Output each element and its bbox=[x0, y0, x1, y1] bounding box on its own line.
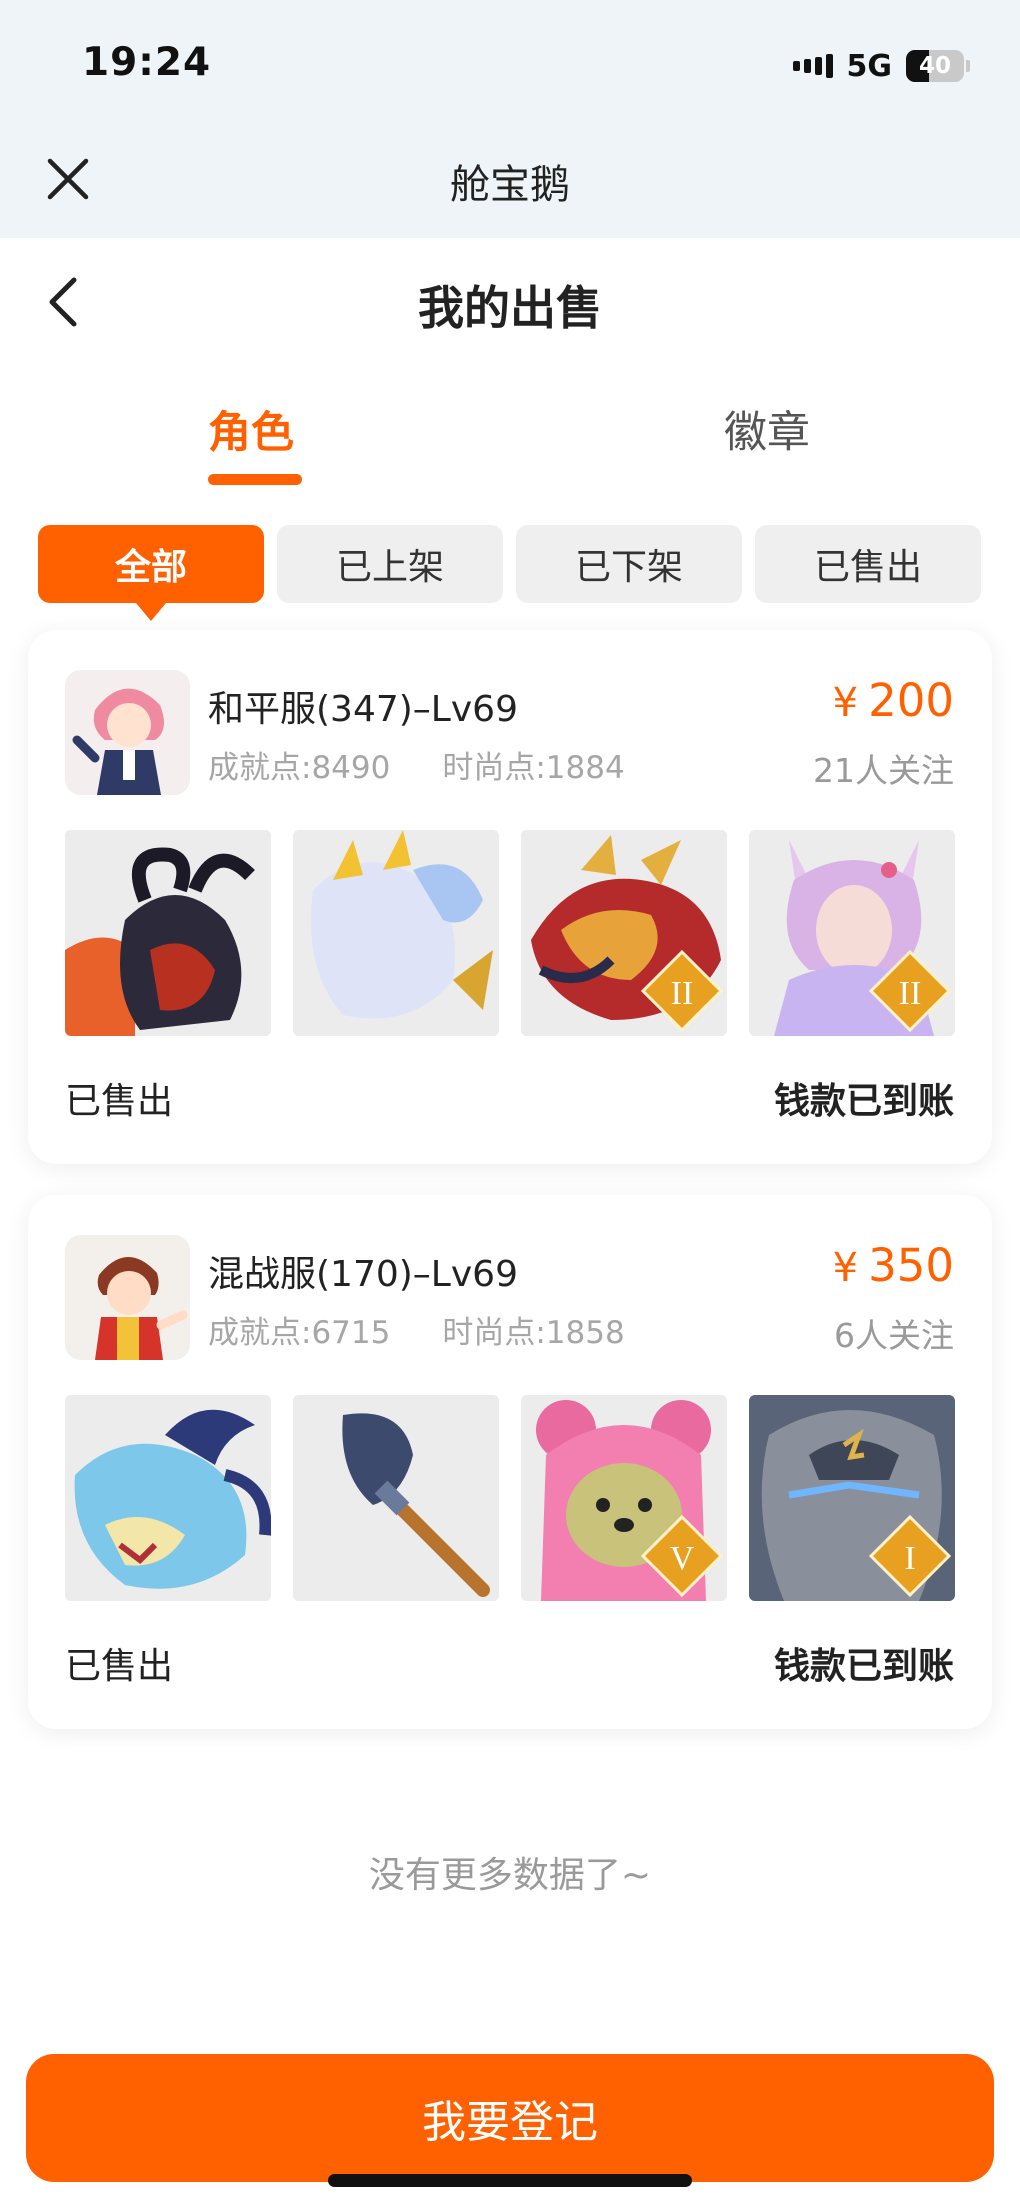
tier-badge-icon: II bbox=[868, 949, 952, 1033]
item-thumbnails: V I bbox=[65, 1395, 955, 1601]
filter-sold[interactable]: 已售出 bbox=[755, 525, 981, 603]
achievement-points: 成就点:6715 bbox=[208, 1315, 391, 1351]
home-indicator[interactable] bbox=[328, 2174, 692, 2187]
currency-symbol: ¥ bbox=[832, 680, 859, 726]
dark-ram-mount-icon[interactable] bbox=[65, 830, 271, 1036]
status-time: 19:24 bbox=[82, 40, 212, 85]
price: ¥350 bbox=[833, 1239, 954, 1292]
follower-count: 21人关注 bbox=[813, 751, 954, 790]
svg-text:V: V bbox=[670, 1540, 695, 1577]
character-avatar bbox=[65, 1235, 190, 1360]
follower-count: 6人关注 bbox=[834, 1316, 954, 1355]
signal-icon bbox=[792, 54, 833, 78]
tab-characters[interactable]: 角色 bbox=[208, 398, 294, 460]
active-tab-indicator bbox=[208, 474, 302, 485]
payment-status: 钱款已到账 bbox=[773, 1646, 954, 1687]
svg-text:I: I bbox=[904, 1540, 915, 1577]
red-dragon-mount-icon[interactable]: II bbox=[521, 830, 727, 1036]
shovel-icon[interactable] bbox=[293, 1395, 499, 1601]
character-avatar bbox=[65, 670, 190, 795]
filter-listed[interactable]: 已上架 bbox=[277, 525, 503, 603]
ice-horse-mount-icon[interactable] bbox=[293, 830, 499, 1036]
status-indicators: 5G 40 bbox=[792, 46, 970, 86]
listing-card[interactable]: 和平服(347)–Lv69 成就点:8490 时尚点:1884 ¥200 21人关… bbox=[28, 630, 992, 1164]
payment-status: 钱款已到账 bbox=[773, 1081, 954, 1122]
listing-status: 已售出 bbox=[65, 1081, 174, 1122]
tier-badge-icon: II bbox=[640, 949, 724, 1033]
end-of-list-message: 没有更多数据了~ bbox=[368, 1855, 652, 1896]
fashion-points: 时尚点:1884 bbox=[442, 750, 625, 786]
battery-tip bbox=[966, 60, 970, 72]
character-stats: 成就点:6715 时尚点:1858 bbox=[208, 1307, 625, 1352]
app-title: 舱宝鹅 bbox=[450, 162, 570, 208]
price-value: 200 bbox=[868, 674, 954, 727]
filter-all[interactable]: 全部 bbox=[38, 525, 264, 621]
currency-symbol: ¥ bbox=[832, 1245, 859, 1291]
filter-delisted[interactable]: 已下架 bbox=[516, 525, 742, 603]
battery-icon: 40 bbox=[906, 50, 964, 82]
network-label: 5G bbox=[846, 48, 893, 84]
register-button[interactable]: 我要登记 bbox=[26, 2054, 994, 2182]
pink-bear-pet-icon[interactable]: V bbox=[521, 1395, 727, 1601]
svg-text:II: II bbox=[899, 975, 922, 1012]
blue-dragon-mount-icon[interactable] bbox=[65, 1395, 271, 1601]
fashion-points: 时尚点:1858 bbox=[442, 1315, 625, 1351]
character-stats: 成就点:8490 时尚点:1884 bbox=[208, 742, 625, 787]
listing-status: 已售出 bbox=[65, 1646, 174, 1687]
price: ¥200 bbox=[833, 674, 954, 727]
server-level: 和平服(347)–Lv69 bbox=[208, 689, 518, 730]
rock-golem-pet-icon[interactable]: I bbox=[749, 1395, 955, 1601]
achievement-points: 成就点:8490 bbox=[208, 750, 391, 786]
tier-badge-icon: V bbox=[640, 1514, 724, 1598]
svg-text:II: II bbox=[671, 975, 694, 1012]
item-thumbnails: II II bbox=[65, 830, 955, 1036]
server-level: 混战服(170)–Lv69 bbox=[208, 1254, 518, 1295]
listing-card[interactable]: 混战服(170)–Lv69 成就点:6715 时尚点:1858 ¥350 6人关注 bbox=[28, 1195, 992, 1729]
tier-badge-icon: I bbox=[868, 1514, 952, 1598]
battery-percent: 40 bbox=[918, 53, 951, 79]
fox-spirit-pet-icon[interactable]: II bbox=[749, 830, 955, 1036]
price-value: 350 bbox=[868, 1239, 954, 1292]
page-title: 我的出售 bbox=[418, 281, 602, 335]
tab-badges[interactable]: 徽章 bbox=[724, 398, 810, 460]
